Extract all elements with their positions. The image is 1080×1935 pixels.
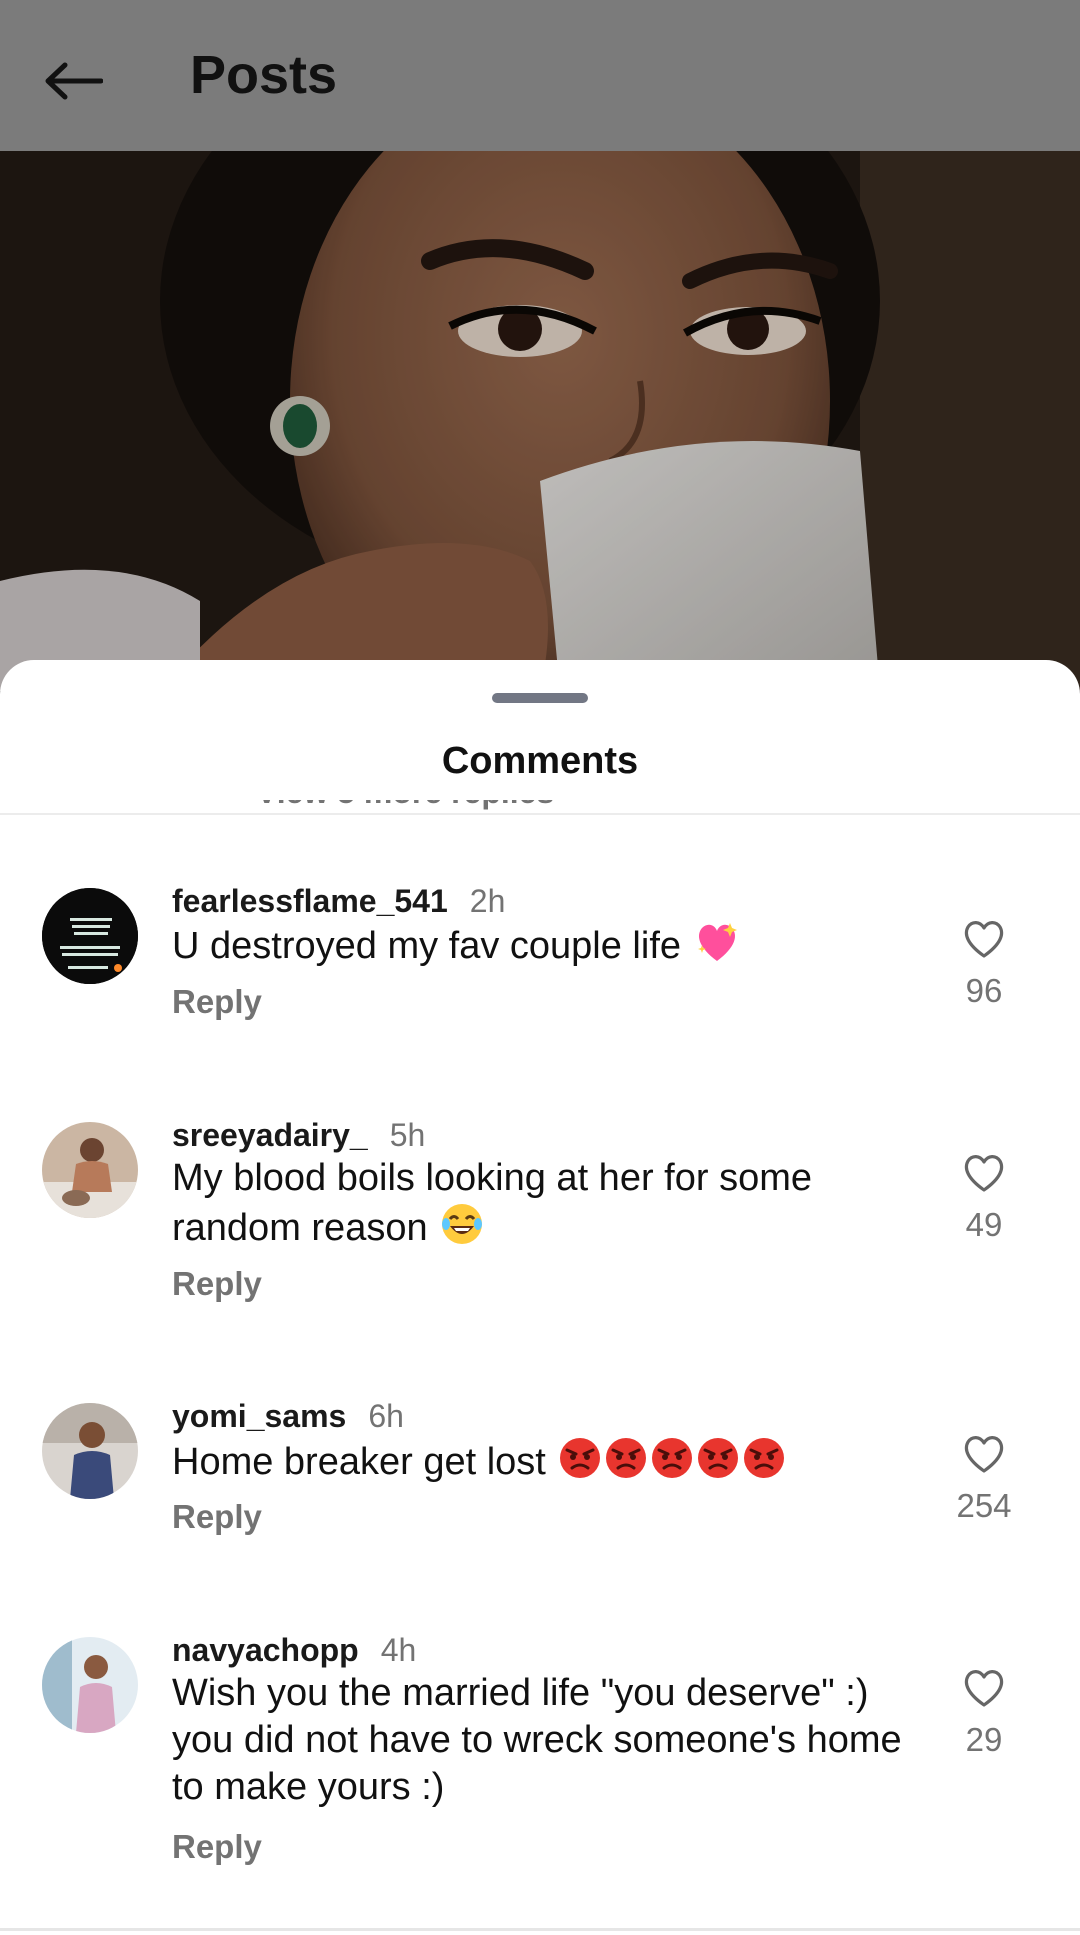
arrow-left-icon bbox=[45, 62, 103, 100]
comment-text: U destroyed my fav couple life bbox=[172, 921, 932, 975]
angry-face-emoji bbox=[558, 1436, 602, 1492]
like-count: 96 bbox=[965, 972, 1003, 1009]
bottom-divider bbox=[0, 1928, 1080, 1931]
angry-face-emoji bbox=[604, 1436, 648, 1492]
post-image[interactable] bbox=[0, 151, 1080, 691]
comments-sheet: Comments View 5 more replies fearlessfla… bbox=[0, 660, 1080, 1935]
reply-button[interactable]: Reply bbox=[172, 1265, 262, 1303]
divider bbox=[0, 813, 1080, 815]
comment-time: 4h bbox=[380, 1632, 417, 1668]
like-count: 29 bbox=[965, 1721, 1003, 1758]
avatar[interactable] bbox=[42, 1122, 138, 1218]
comment-text: My blood boils looking at her for some r… bbox=[172, 1155, 932, 1258]
tears-of-joy-emoji bbox=[440, 1202, 484, 1258]
comment-time: 5h bbox=[389, 1117, 426, 1153]
avatar[interactable] bbox=[42, 888, 138, 984]
sheet-title: Comments bbox=[441, 740, 639, 782]
comment-time: 2h bbox=[469, 883, 506, 919]
post-photo-illustration bbox=[0, 151, 1080, 691]
top-app-bar: Posts bbox=[0, 0, 1080, 151]
sparkling-heart-emoji bbox=[694, 921, 740, 975]
username[interactable]: sreeyadairy_ bbox=[172, 1117, 368, 1154]
reply-button[interactable]: Reply bbox=[172, 983, 262, 1021]
heart-icon[interactable] bbox=[961, 918, 1007, 960]
drag-handle[interactable] bbox=[492, 693, 588, 703]
comment-time: 6h bbox=[368, 1398, 404, 1434]
heart-icon[interactable] bbox=[961, 1152, 1007, 1194]
avatar[interactable] bbox=[42, 1637, 138, 1733]
heart-icon[interactable] bbox=[961, 1433, 1007, 1475]
angry-face-emoji bbox=[650, 1436, 694, 1492]
angry-emoji-row bbox=[556, 1438, 786, 1483]
view-more-replies-cutoff[interactable]: View 5 more replies bbox=[256, 800, 656, 814]
reply-button[interactable]: Reply bbox=[172, 1498, 262, 1536]
username[interactable]: yomi_sams bbox=[172, 1398, 346, 1435]
username[interactable]: navyachopp bbox=[172, 1632, 359, 1669]
heart-icon[interactable] bbox=[961, 1667, 1007, 1709]
comment-text: Wish you the married life "you deserve" … bbox=[172, 1672, 902, 1808]
like-count: 49 bbox=[965, 1206, 1003, 1243]
angry-face-emoji bbox=[696, 1436, 740, 1492]
reply-button[interactable]: Reply bbox=[172, 1828, 262, 1866]
avatar[interactable] bbox=[42, 1403, 138, 1499]
angry-face-emoji bbox=[742, 1436, 786, 1492]
page-title: Posts bbox=[190, 45, 338, 105]
username[interactable]: fearlessflame_541 bbox=[172, 883, 448, 920]
back-button[interactable] bbox=[40, 48, 106, 114]
comment-text: Home breaker get lost bbox=[172, 1436, 932, 1492]
like-count: 254 bbox=[956, 1487, 1012, 1524]
